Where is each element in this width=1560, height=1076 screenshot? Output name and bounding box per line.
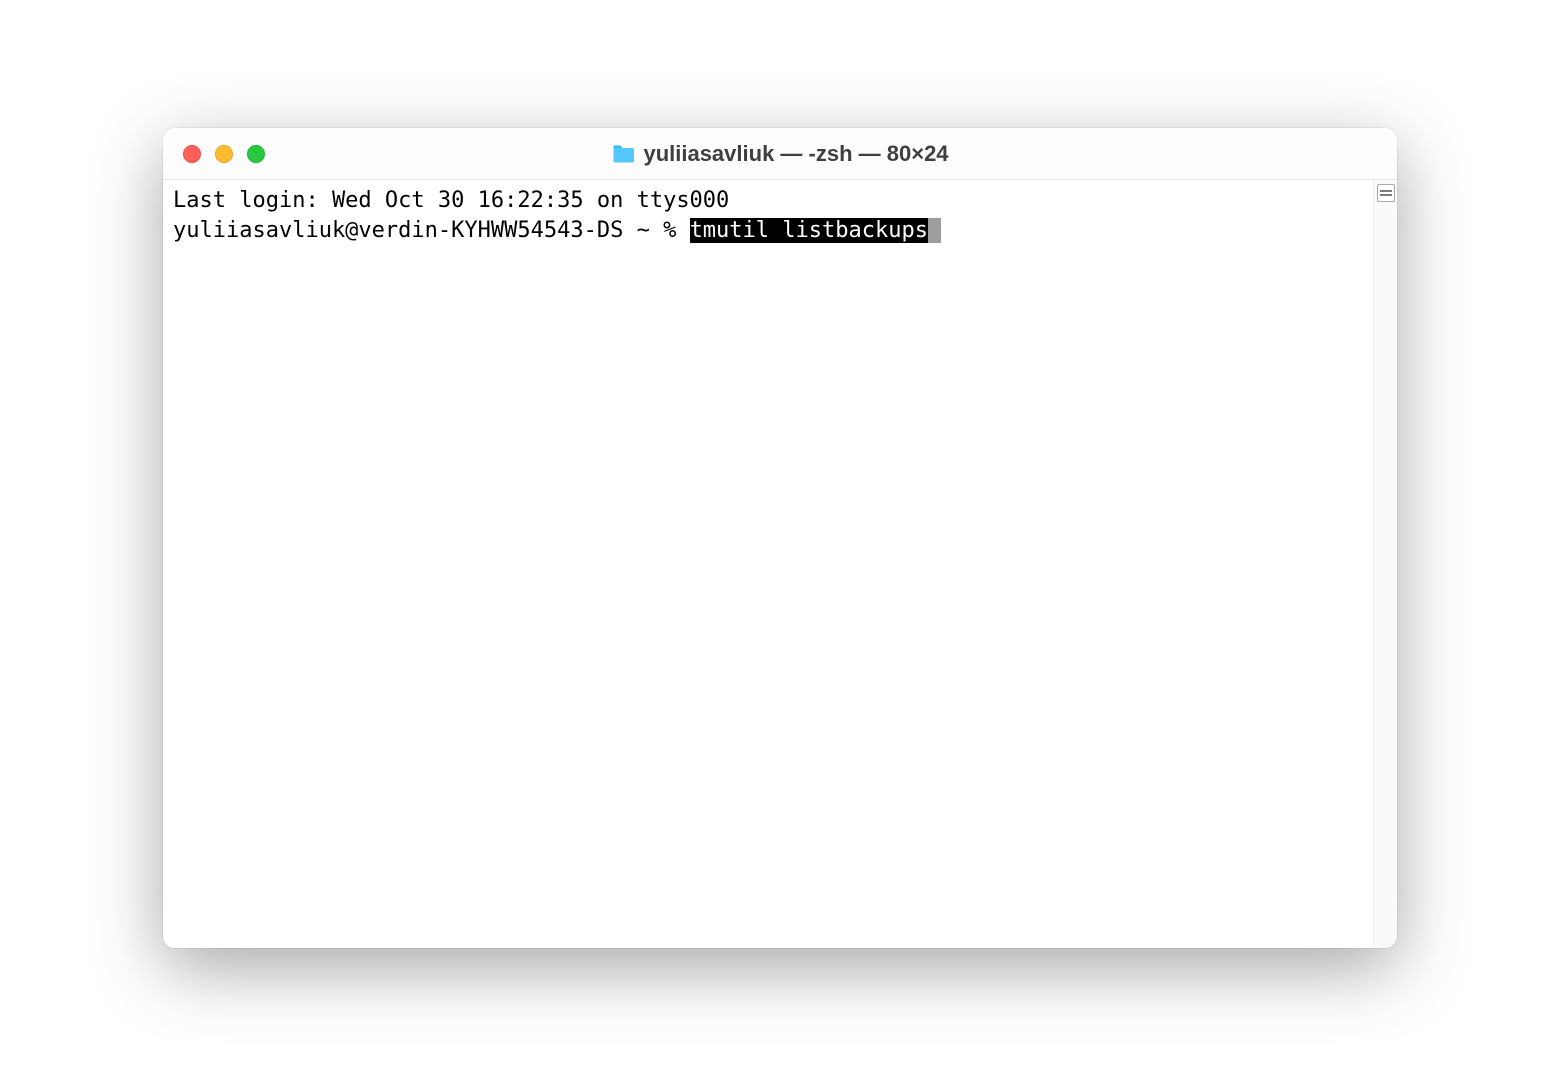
typed-command: tmutil listbackups [690, 218, 928, 243]
last-login-line: Last login: Wed Oct 30 16:22:35 on ttys0… [173, 186, 1363, 216]
cursor [928, 218, 941, 243]
maximize-button[interactable] [247, 145, 265, 163]
window-title: yuliiasavliuk — -zsh — 80×24 [643, 141, 948, 167]
prompt-line: yuliiasavliuk@verdin-KYHWW54543-DS ~ % t… [173, 216, 1363, 246]
terminal-output[interactable]: Last login: Wed Oct 30 16:22:35 on ttys0… [163, 180, 1373, 948]
window-body: Last login: Wed Oct 30 16:22:35 on ttys0… [163, 180, 1397, 948]
close-button[interactable] [183, 145, 201, 163]
scroll-indicator-icon[interactable] [1377, 184, 1395, 202]
terminal-window: yuliiasavliuk — -zsh — 80×24 Last login:… [163, 128, 1397, 948]
traffic-lights [163, 145, 265, 163]
shell-prompt: yuliiasavliuk@verdin-KYHWW54543-DS ~ % [173, 218, 690, 243]
minimize-button[interactable] [215, 145, 233, 163]
titlebar[interactable]: yuliiasavliuk — -zsh — 80×24 [163, 128, 1397, 180]
window-title-container: yuliiasavliuk — -zsh — 80×24 [611, 141, 948, 167]
folder-icon [611, 144, 635, 164]
scrollbar-track[interactable] [1373, 180, 1397, 948]
